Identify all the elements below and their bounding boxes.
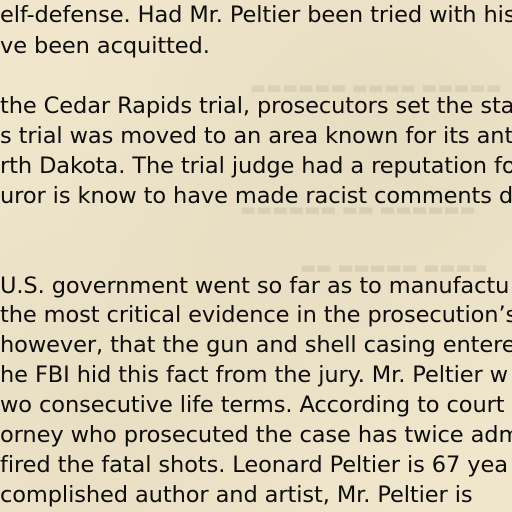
text-line-6: uror is know to have made racist comment… xyxy=(0,183,512,209)
text-line-2: ve been acquitted. xyxy=(0,33,210,59)
text-line-3: the Cedar Rapids trial, prosecutors set … xyxy=(0,93,512,119)
text-line-1: elf-defense. Had Mr. Peltier been tried … xyxy=(0,2,512,28)
text-line-5: rth Dakota. The trial judge had a reputa… xyxy=(0,153,512,179)
text-line-13: fired the fatal shots. Leonard Peltier i… xyxy=(0,452,508,478)
text-line-10: he FBI hid this fact from the jury. Mr. … xyxy=(0,362,508,388)
text-line-9: however, that the gun and shell casing e… xyxy=(0,332,512,358)
text-line-12: orney who prosecuted the case has twice … xyxy=(0,422,512,448)
text-line-7: U.S. government went so far as to manufa… xyxy=(0,273,510,299)
text-line-8: the most critical evidence in the prosec… xyxy=(0,302,512,328)
text-line-11: wo consecutive life terms. According to … xyxy=(0,392,505,418)
document-page: ▬▬▬▬▬ ▬▬▬▬ ▬▬▬▬▬▬ ▬▬▬▬▬▬ ▬▬ ▬▬▬▬▬▬ ▬▬▬▬ … xyxy=(0,0,512,512)
text-line-4: s trial was moved to an area known for i… xyxy=(0,123,512,149)
text-line-14: complished author and artist, Mr. Peltie… xyxy=(0,482,473,508)
